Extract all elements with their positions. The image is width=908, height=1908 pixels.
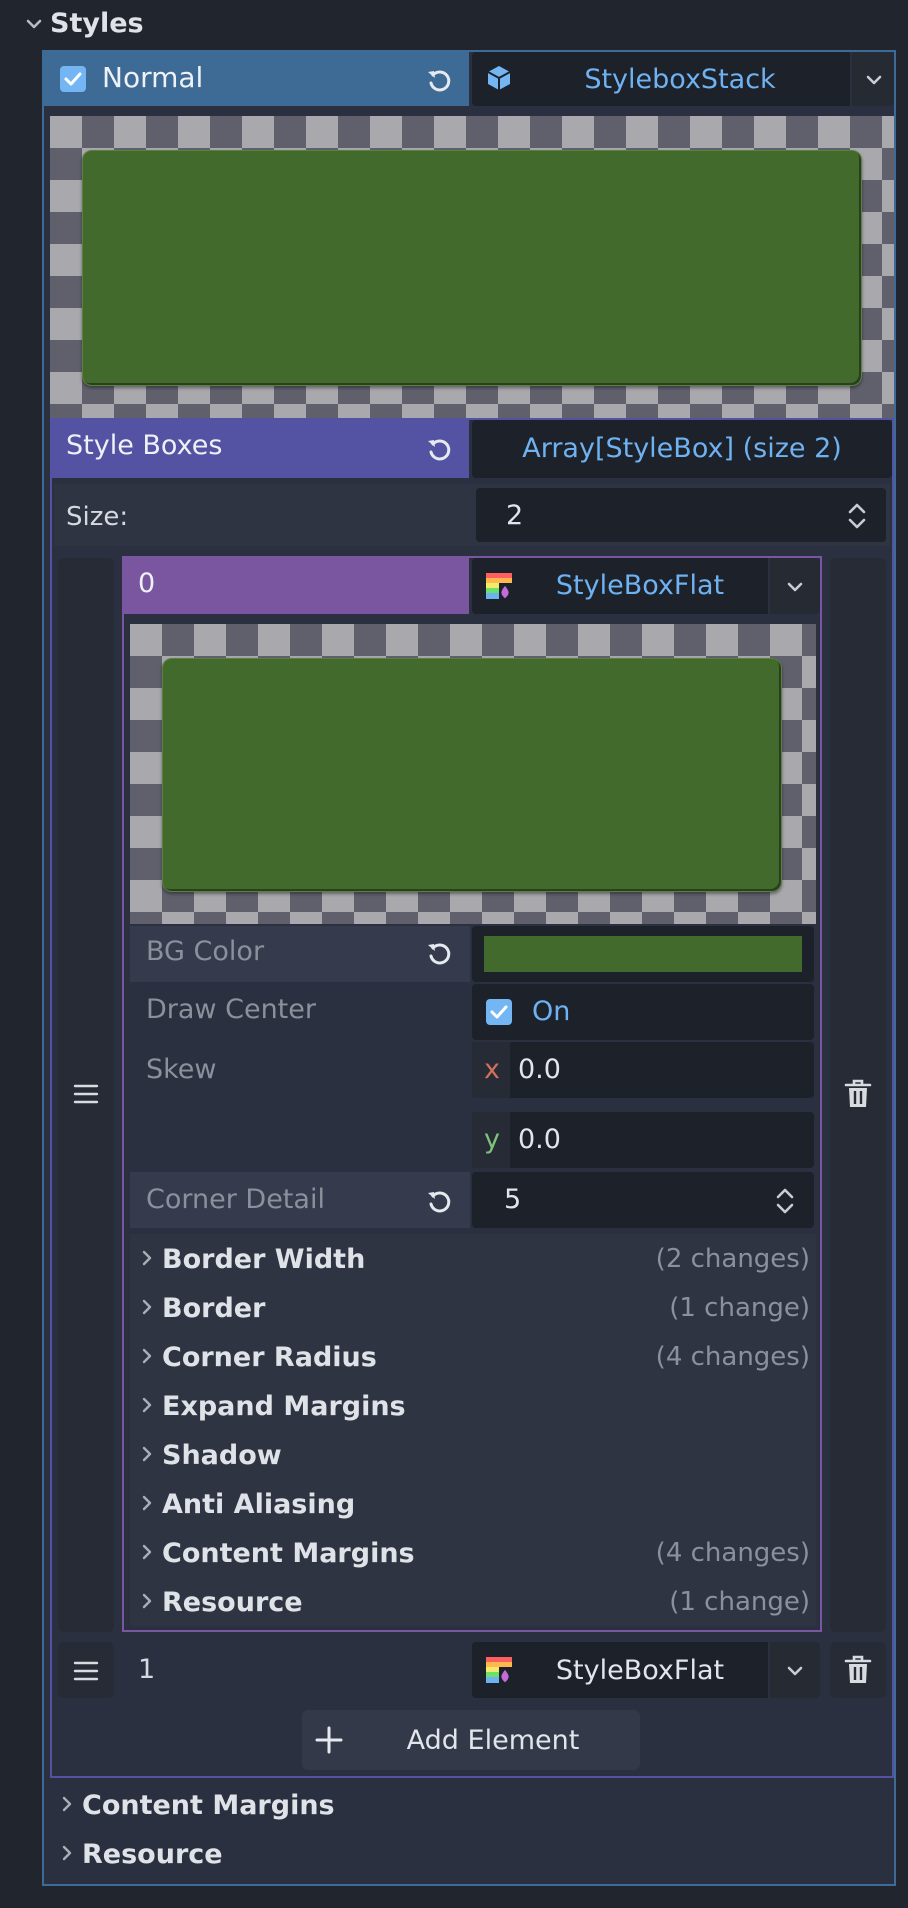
corner-detail-value[interactable]: 5 [504, 1186, 521, 1213]
group-changes: (2 changes) [655, 1244, 810, 1274]
chevron-down-icon[interactable] [24, 14, 44, 34]
group-border-width[interactable]: Border Width (2 changes) [130, 1234, 816, 1282]
add-element-label: Add Element [406, 1725, 580, 1756]
draw-center-label: Draw Center [146, 994, 316, 1025]
revert-icon[interactable] [424, 434, 454, 464]
chevron-right-icon [62, 1845, 72, 1861]
size-spinbox[interactable] [476, 488, 886, 542]
chevron-right-icon [142, 1348, 152, 1364]
group-shadow[interactable]: Shadow [130, 1430, 816, 1478]
corner-detail-label: Corner Detail [146, 1184, 325, 1215]
trash-icon[interactable] [843, 1654, 873, 1686]
spinner-arrows-icon[interactable] [846, 500, 868, 532]
group-label: Content Margins [82, 1790, 335, 1821]
bg-color-swatch[interactable] [484, 936, 802, 972]
stylebox-flat-icon [484, 571, 514, 601]
chevron-right-icon [142, 1446, 152, 1462]
chevron-right-icon [142, 1299, 152, 1315]
group-corner-radius[interactable]: Corner Radius (4 changes) [130, 1332, 816, 1380]
element-0-preview-box [162, 658, 782, 892]
chevron-right-icon [142, 1593, 152, 1609]
element-0-header[interactable] [124, 558, 469, 614]
element-0-type[interactable]: StyleBoxFlat [520, 572, 760, 599]
chevron-right-icon [142, 1250, 152, 1266]
style-boxes-value[interactable]: Array[StyleBox] (size 2) [472, 435, 892, 462]
cube-icon [484, 63, 514, 93]
chevron-right-icon [62, 1796, 72, 1812]
group-expand-margins[interactable]: Expand Margins [130, 1381, 816, 1429]
revert-icon[interactable] [424, 65, 454, 95]
group-changes: (1 change) [669, 1293, 810, 1323]
skew-y-axis: y [484, 1124, 500, 1155]
style-boxes-label: Style Boxes [66, 430, 223, 461]
skew-x-axis: x [484, 1054, 500, 1085]
trash-icon[interactable] [843, 1078, 873, 1110]
size-value[interactable]: 2 [506, 502, 523, 529]
element-1-index: 1 [138, 1654, 156, 1685]
group-changes: (1 change) [669, 1587, 810, 1617]
group-label: Resource [162, 1587, 303, 1618]
plus-icon [314, 1725, 344, 1755]
outer-group-resource[interactable]: Resource [50, 1829, 894, 1877]
normal-preview-box [82, 150, 862, 386]
chevron-right-icon [142, 1495, 152, 1511]
element-1-type[interactable]: StyleBoxFlat [520, 1657, 760, 1684]
stylebox-flat-icon [484, 1655, 514, 1685]
group-label: Shadow [162, 1440, 282, 1471]
drag-handle-icon[interactable] [72, 1082, 100, 1106]
group-changes: (4 changes) [655, 1538, 810, 1568]
size-label: Size: [66, 502, 129, 532]
revert-icon[interactable] [424, 938, 454, 968]
bg-color-label: BG Color [146, 936, 265, 967]
group-anti-aliasing[interactable]: Anti Aliasing [130, 1479, 816, 1527]
group-label: Border Width [162, 1244, 366, 1275]
skew-x-value[interactable]: 0.0 [518, 1056, 561, 1083]
draw-center-field[interactable] [472, 984, 814, 1040]
chevron-right-icon [142, 1397, 152, 1413]
drag-handle-icon[interactable] [72, 1659, 100, 1683]
corner-detail-spinbox[interactable] [472, 1172, 814, 1228]
group-border[interactable]: Border (1 change) [130, 1283, 816, 1331]
chevron-down-icon [785, 1661, 805, 1681]
outer-group-content-margins[interactable]: Content Margins [50, 1780, 894, 1828]
revert-icon[interactable] [424, 1186, 454, 1216]
group-label: Content Margins [162, 1538, 415, 1569]
draw-center-checkbox[interactable] [486, 999, 512, 1025]
group-label: Corner Radius [162, 1342, 377, 1373]
element-0-index: 0 [138, 568, 156, 599]
chevron-down-icon [785, 577, 805, 597]
section-title[interactable]: Styles [50, 10, 144, 37]
group-label: Anti Aliasing [162, 1489, 356, 1520]
chevron-down-icon [864, 70, 884, 90]
normal-label: Normal [102, 61, 204, 94]
chevron-right-icon [142, 1544, 152, 1560]
group-label: Resource [82, 1839, 223, 1870]
group-label: Border [162, 1293, 266, 1324]
skew-y-value[interactable]: 0.0 [518, 1126, 561, 1153]
group-label: Expand Margins [162, 1391, 406, 1422]
spinner-arrows-icon[interactable] [774, 1185, 796, 1217]
normal-resource-type[interactable]: StyleboxStack [520, 66, 840, 93]
skew-label: Skew [146, 1054, 217, 1085]
normal-checkbox[interactable] [60, 66, 86, 92]
group-resource[interactable]: Resource (1 change) [130, 1577, 816, 1625]
draw-center-value[interactable]: On [532, 998, 570, 1025]
group-changes: (4 changes) [655, 1342, 810, 1372]
group-content-margins[interactable]: Content Margins (4 changes) [130, 1528, 816, 1576]
